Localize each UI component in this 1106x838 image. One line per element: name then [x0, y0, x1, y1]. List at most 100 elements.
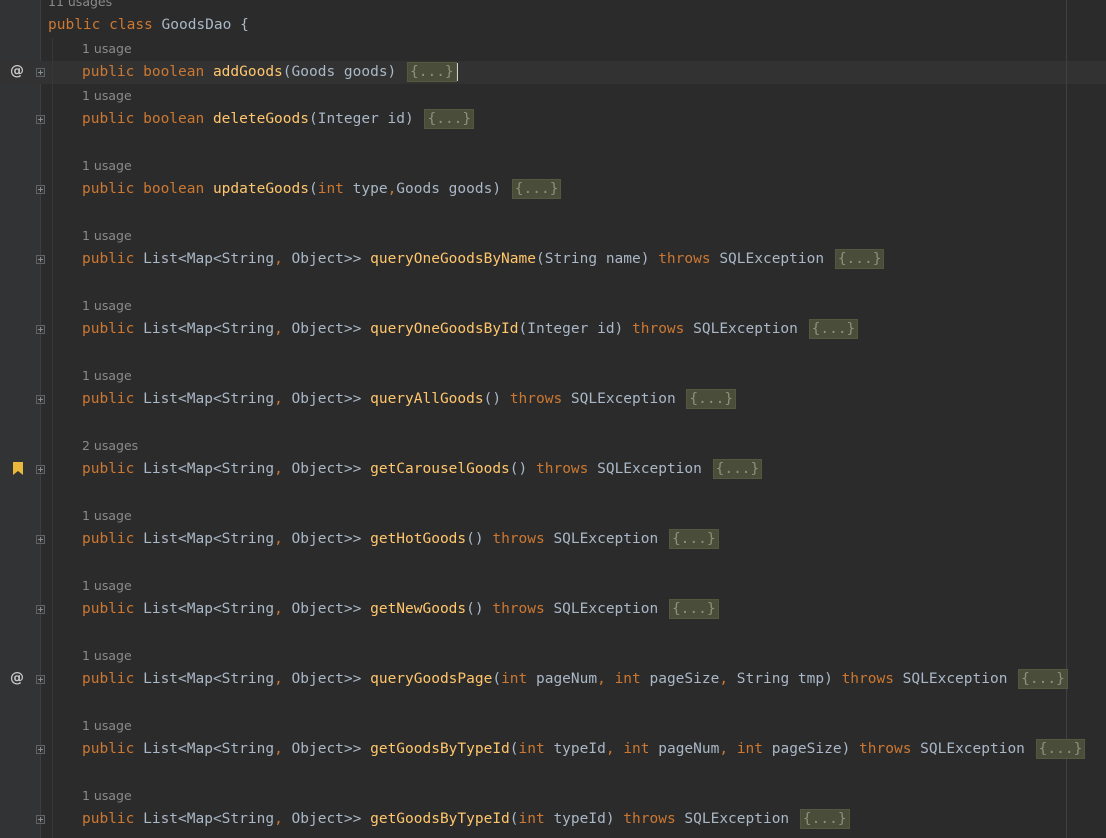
keyword-token: throws: [492, 531, 554, 547]
method-signature-line[interactable]: public List<Map<String, Object>> queryGo…: [82, 668, 1068, 690]
usage-hint[interactable]: 1 usage: [82, 788, 132, 803]
keyword-token: int: [518, 811, 554, 827]
folded-body-placeholder[interactable]: {...}: [808, 319, 859, 339]
method-signature-line[interactable]: public List<Map<String, Object>> queryAl…: [82, 388, 737, 410]
class-declaration-line[interactable]: public class GoodsDao {: [48, 14, 249, 36]
fold-toggle-icon[interactable]: [36, 255, 45, 264]
code-token: pageNum: [658, 741, 720, 757]
code-token: pageSize: [649, 671, 720, 687]
method-signature-line[interactable]: public List<Map<String, Object>> getCaro…: [82, 458, 763, 480]
punctuation-token: ,: [274, 601, 292, 617]
usage-hint[interactable]: 1 usage: [82, 508, 132, 523]
folded-body-placeholder[interactable]: {...}: [668, 599, 719, 619]
fold-toggle-icon[interactable]: [36, 325, 45, 334]
folded-body-placeholder[interactable]: {...}: [407, 62, 457, 82]
method-signature-line[interactable]: public List<Map<String, Object>> getNewG…: [82, 598, 719, 620]
code-token: (): [466, 531, 493, 547]
folded-body-placeholder[interactable]: {...}: [424, 109, 475, 129]
code-token: pageNum: [535, 671, 598, 687]
keyword-token: throws: [492, 601, 554, 617]
right-margin-guide: [1066, 0, 1067, 838]
keyword-token: public: [82, 531, 144, 547]
code-token: List<Map<String: [143, 741, 275, 757]
fold-toggle-icon[interactable]: [36, 815, 45, 824]
punctuation-token: ,: [274, 391, 292, 407]
method-signature-line[interactable]: public List<Map<String, Object>> queryOn…: [82, 248, 885, 270]
keyword-token: throws: [632, 321, 694, 337]
code-token: (Goods goods): [282, 64, 406, 80]
folded-body-placeholder[interactable]: {...}: [511, 179, 562, 199]
fold-toggle-icon[interactable]: [36, 745, 45, 754]
folded-body-placeholder[interactable]: {...}: [712, 459, 763, 479]
class-name: GoodsDao: [161, 17, 232, 33]
fold-toggle-icon[interactable]: [36, 675, 45, 684]
code-token: SQLException: [570, 391, 685, 407]
keyword-token: int: [614, 671, 650, 687]
code-editor[interactable]: 11 usages public class GoodsDao { 1 usag…: [0, 0, 1106, 838]
folded-body-placeholder[interactable]: {...}: [668, 529, 719, 549]
usage-hint[interactable]: 1 usage: [82, 718, 132, 733]
method-signature-line[interactable]: public boolean updateGoods(int type,Good…: [82, 178, 562, 200]
usage-hint[interactable]: 1 usage: [82, 298, 132, 313]
class-open-brace: {: [240, 17, 249, 33]
method-signature-line[interactable]: public List<Map<String, Object>> getGood…: [82, 808, 850, 830]
fold-toggle-icon[interactable]: [36, 185, 45, 194]
usage-hint[interactable]: 1 usage: [82, 158, 132, 173]
class-keyword: class: [109, 17, 153, 33]
keyword-token: public: [82, 181, 144, 197]
public-keyword: public: [48, 17, 101, 33]
punctuation-token: ,: [274, 461, 292, 477]
usage-hint[interactable]: 1 usage: [82, 228, 132, 243]
fold-toggle-icon[interactable]: [36, 535, 45, 544]
keyword-token: public: [82, 64, 144, 80]
keyword-token: int: [623, 741, 659, 757]
usage-hint[interactable]: 1 usage: [82, 41, 132, 56]
keyword-token: public: [82, 741, 144, 757]
code-token: List<Map<String: [143, 601, 275, 617]
fold-toggle-icon[interactable]: [36, 605, 45, 614]
code-token: SQLException: [684, 811, 798, 827]
code-token: (: [509, 741, 519, 757]
method-signature-line[interactable]: public List<Map<String, Object>> queryOn…: [82, 318, 859, 340]
keyword-token: public: [82, 811, 144, 827]
folded-body-placeholder[interactable]: {...}: [834, 249, 885, 269]
method-signature-line[interactable]: public List<Map<String, Object>> getHotG…: [82, 528, 719, 550]
code-token: Object>>: [291, 391, 371, 407]
keyword-token: public: [82, 251, 144, 267]
code-token: Object>>: [291, 321, 371, 337]
keyword-token: public: [82, 111, 144, 127]
keyword-token: throws: [536, 461, 598, 477]
text-caret: [456, 63, 459, 81]
fold-toggle-icon[interactable]: [36, 68, 45, 77]
override-at-icon[interactable]: @: [10, 670, 24, 686]
class-usage-hint[interactable]: 11 usages: [48, 0, 112, 9]
usage-hint[interactable]: 1 usage: [82, 88, 132, 103]
folded-body-placeholder[interactable]: {...}: [799, 809, 850, 829]
punctuation-token: ,: [274, 811, 292, 827]
folded-body-placeholder[interactable]: {...}: [1035, 739, 1086, 759]
method-signature-line[interactable]: public boolean addGoods(Goods goods) {..…: [82, 61, 459, 83]
folded-body-placeholder[interactable]: {...}: [1018, 669, 1068, 689]
editor-gutter[interactable]: [0, 0, 40, 838]
punctuation-token: ,: [597, 671, 615, 687]
usage-hint[interactable]: 1 usage: [82, 368, 132, 383]
bookmark-icon[interactable]: [13, 462, 23, 475]
folded-body-placeholder[interactable]: {...}: [686, 389, 737, 409]
method-signature-line[interactable]: public boolean deleteGoods(Integer id) {…: [82, 108, 475, 130]
method-signature-line[interactable]: public List<Map<String, Object>> getGood…: [82, 738, 1086, 760]
keyword-token: int: [518, 741, 554, 757]
fold-toggle-icon[interactable]: [36, 115, 45, 124]
fold-toggle-icon[interactable]: [36, 395, 45, 404]
usage-hint[interactable]: 1 usage: [82, 648, 132, 663]
fold-toggle-icon[interactable]: [36, 465, 45, 474]
punctuation-token: ,: [387, 181, 397, 197]
code-token: SQLException: [553, 531, 667, 547]
usage-hint[interactable]: 1 usage: [82, 578, 132, 593]
code-token: List<Map<String: [143, 461, 275, 477]
keyword-token: boolean: [143, 181, 213, 197]
override-at-icon[interactable]: @: [10, 63, 24, 79]
method-name: queryGoodsPage: [370, 671, 493, 687]
method-name: getCarouselGoods: [370, 461, 510, 477]
method-name: addGoods: [212, 64, 283, 80]
usage-hint[interactable]: 2 usages: [82, 438, 138, 453]
